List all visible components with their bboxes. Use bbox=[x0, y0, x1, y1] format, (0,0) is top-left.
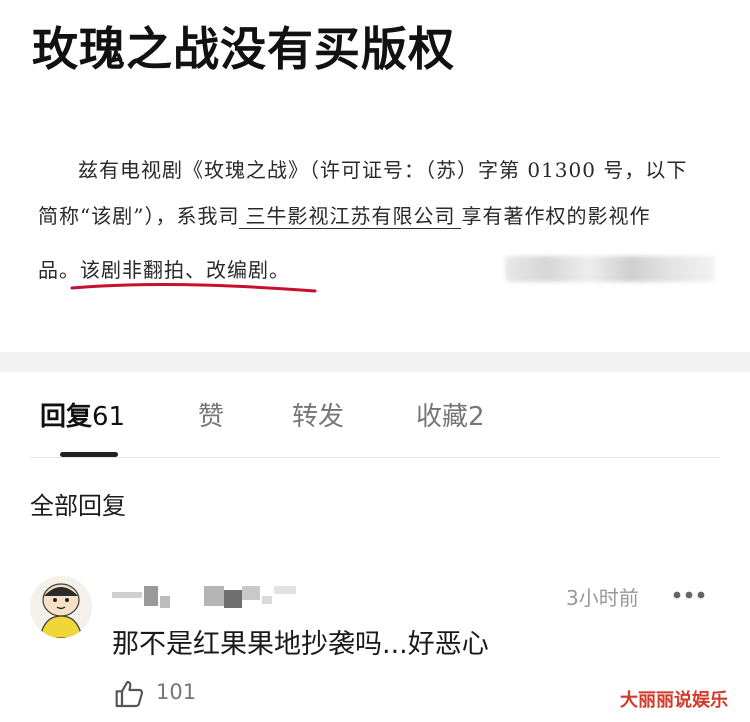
more-icon[interactable] bbox=[672, 590, 706, 600]
interaction-tabs: 回复61 赞 转发 收藏2 bbox=[0, 372, 750, 458]
comment-item: 3小时前 那不是红果果地抄袭吗...好恶心 101 大丽丽说娱乐 bbox=[0, 570, 750, 722]
section-header-all-replies: 全部回复 bbox=[30, 492, 126, 520]
red-underline-mark bbox=[70, 283, 317, 293]
tabs-divider bbox=[30, 457, 720, 458]
comment-timestamp: 3小时前 bbox=[566, 586, 639, 610]
document-line-3-prefix: 品。 bbox=[38, 258, 80, 282]
like-icon[interactable] bbox=[114, 678, 146, 710]
tab-likes-label: 赞 bbox=[198, 402, 225, 432]
watermark-text: 大丽丽说娱乐 bbox=[620, 690, 728, 711]
tab-favorites-count: 2 bbox=[468, 402, 485, 432]
tab-replies-count: 61 bbox=[92, 402, 126, 432]
like-count: 101 bbox=[156, 680, 197, 704]
post-title: 玫瑰之战没有买版权 bbox=[32, 22, 455, 76]
tab-likes[interactable]: 赞 bbox=[198, 396, 224, 433]
document-line-2-prefix: 简称“该剧”），系我司 bbox=[38, 204, 240, 228]
avatar[interactable] bbox=[30, 576, 92, 638]
document-line-2: 简称“该剧”），系我司 三牛影视江苏有限公司 享有著作权的影视作 bbox=[38, 196, 650, 236]
company-name: 三牛影视江苏有限公司 bbox=[239, 204, 462, 229]
tab-reposts[interactable]: 转发 bbox=[292, 396, 344, 433]
tab-replies[interactable]: 回复61 bbox=[40, 396, 125, 433]
tab-reposts-label: 转发 bbox=[292, 402, 345, 432]
tab-favorites[interactable]: 收藏2 bbox=[416, 396, 485, 433]
document-image[interactable]: 兹有电视剧《玫瑰之战》（许可证号：（苏）字第 01300 号，以下 简称“该剧”… bbox=[0, 140, 750, 352]
document-line-1: 兹有电视剧《玫瑰之战》（许可证号：（苏）字第 01300 号，以下 bbox=[78, 158, 688, 182]
highlighted-statement: 该剧非翻拍、改编剧。 bbox=[80, 258, 290, 282]
comment-text: 那不是红果果地抄袭吗...好恶心 bbox=[112, 629, 489, 660]
blurred-username[interactable] bbox=[112, 582, 302, 610]
section-divider bbox=[0, 352, 750, 372]
blurred-text-patch bbox=[505, 256, 715, 282]
tab-replies-label: 回复 bbox=[40, 402, 93, 432]
document-line-2-suffix: 享有著作权的影视作 bbox=[461, 204, 651, 228]
tab-favorites-label: 收藏 bbox=[416, 402, 469, 432]
